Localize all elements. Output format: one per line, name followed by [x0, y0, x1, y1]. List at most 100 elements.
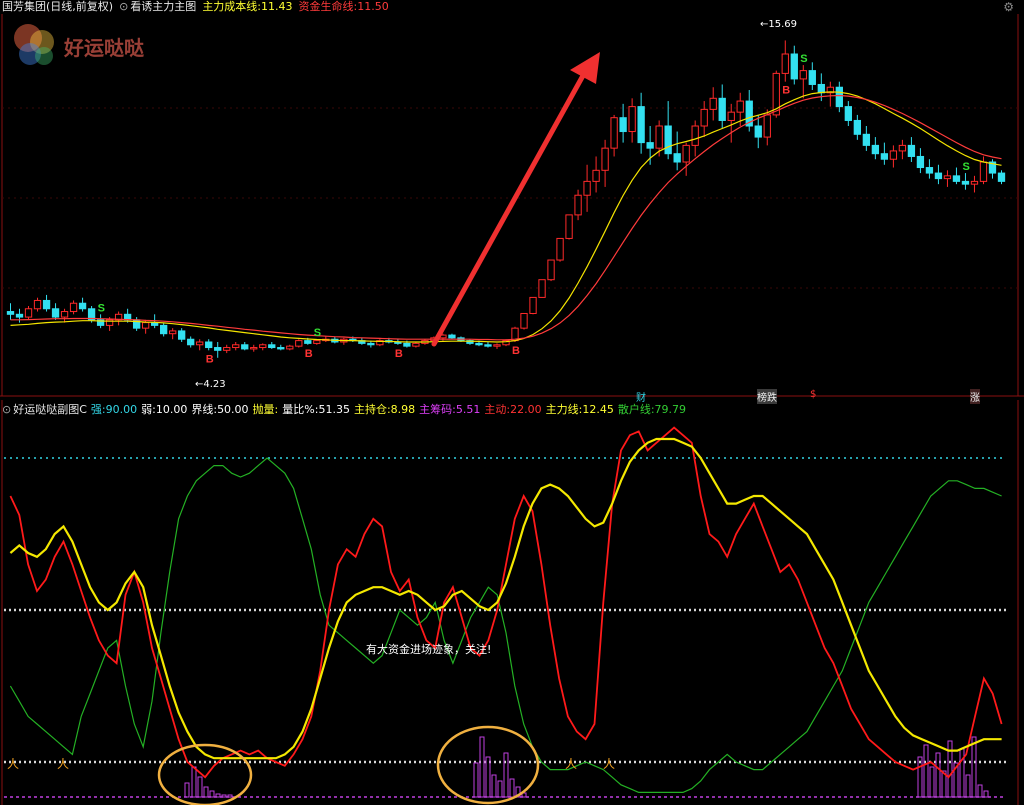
- candle-body: [538, 279, 546, 298]
- candle-body: [286, 345, 294, 350]
- period-label: (日线,前复权): [46, 0, 114, 13]
- candle-body: [673, 153, 681, 163]
- candle-body: [799, 70, 807, 80]
- buy-marker: B: [782, 85, 790, 97]
- candle-body: [313, 340, 321, 344]
- buy-marker: B: [512, 345, 520, 357]
- param-2: 界线:50.00: [191, 403, 248, 417]
- indicator-icon[interactable]: ⊙: [119, 0, 128, 14]
- signal-marker: 人: [57, 757, 69, 771]
- param-3: 抛量:: [253, 403, 279, 417]
- param-label: 强:: [90, 403, 106, 416]
- candle-body: [51, 308, 60, 318]
- candle-body: [259, 344, 267, 349]
- candle-body: [790, 53, 798, 80]
- candle-body: [619, 117, 627, 133]
- param-9: 散户线:79.79: [618, 403, 686, 417]
- candle-body: [520, 312, 528, 329]
- candle-body: [250, 347, 258, 350]
- candle-body: [898, 144, 907, 152]
- candle-body: [709, 97, 717, 110]
- param-label: 主力线:: [545, 403, 583, 416]
- candle-body: [781, 53, 789, 74]
- brand-bubbles-icon: [14, 24, 54, 65]
- candle-body: [60, 311, 69, 318]
- signal-marker: 人: [603, 757, 615, 771]
- candle-body: [700, 108, 708, 127]
- candle-body: [844, 106, 852, 121]
- life-line-label: 资金生命线:: [298, 0, 358, 13]
- candle-body: [664, 125, 672, 155]
- candle-body: [205, 341, 213, 349]
- life-line-value: 11.50: [357, 0, 389, 13]
- candle-body: [880, 153, 889, 160]
- candle-body: [232, 344, 240, 349]
- candle-body: [970, 180, 979, 185]
- candle-body: [682, 144, 690, 163]
- indicator-name: 看诱主力主图: [130, 0, 197, 13]
- candle-body: [214, 347, 222, 351]
- candle-body: [934, 172, 943, 180]
- buy-marker: B: [206, 353, 214, 365]
- candle-body: [78, 302, 87, 310]
- candle-body: [907, 144, 916, 157]
- candle-body: [916, 155, 925, 169]
- param-label: 弱:: [141, 403, 156, 416]
- candle-body: [763, 114, 771, 138]
- candle: [529, 296, 537, 315]
- high-price-value: 15.69: [768, 19, 798, 30]
- candle-body: [943, 175, 952, 180]
- candle-body: [718, 97, 726, 121]
- param-label: 主筹码:: [419, 403, 456, 416]
- candle-body: [178, 330, 186, 340]
- candle: [376, 339, 384, 347]
- param-5: 主持仓:8.98: [354, 403, 415, 417]
- candle: [556, 237, 564, 262]
- brand-text: 好运哒哒: [64, 36, 144, 60]
- tag-dollar: $: [810, 389, 817, 400]
- buy-marker: B: [305, 348, 313, 360]
- candle-body: [997, 172, 1006, 182]
- candle-body: [952, 175, 961, 182]
- candle-body: [574, 194, 582, 216]
- candle-body: [160, 324, 168, 335]
- tag-bangdie: 榜跌: [757, 389, 777, 404]
- candle-body: [277, 347, 285, 350]
- candle-body: [979, 161, 988, 182]
- candle-body: [33, 299, 42, 310]
- lower-indicator-icon[interactable]: ⊙: [2, 403, 11, 417]
- cost-line-value: 11.43: [261, 0, 293, 13]
- candle-body: [69, 302, 78, 313]
- candle-body: [295, 340, 303, 347]
- param-value: 51.35: [318, 403, 350, 416]
- candle-body: [583, 180, 591, 196]
- param-value: 22.00: [510, 403, 542, 416]
- candle-body: [475, 342, 483, 346]
- candle-body: [853, 119, 862, 135]
- sell-marker: S: [314, 327, 321, 339]
- candle-body: [925, 167, 934, 174]
- candle-body: [169, 330, 177, 335]
- lower-header: ⊙ 好运哒哒副图C 强:90.00 弱:10.00 界线:50.00 抛量: 量比%:5…: [2, 403, 686, 417]
- candle-body: [493, 344, 501, 347]
- sell-marker: S: [800, 53, 807, 65]
- candle-body: [268, 344, 276, 349]
- candle-body: [241, 344, 249, 350]
- sell-marker: S: [962, 161, 969, 173]
- sell-marker: S: [98, 302, 105, 314]
- candle-body: [862, 133, 871, 146]
- candle-body: [835, 86, 843, 108]
- candle-body: [646, 142, 654, 149]
- param-8: 主力线:12.45: [546, 403, 614, 417]
- candle-body: [141, 322, 150, 329]
- low-price-value: 4.23: [203, 379, 226, 390]
- gear-icon[interactable]: ⚙: [1003, 0, 1014, 14]
- candle-body: [691, 125, 699, 146]
- candle-body: [15, 313, 24, 318]
- param-4: 量比%:51.35: [282, 403, 350, 417]
- param-label: 散户线:: [617, 403, 655, 416]
- candle-body: [592, 169, 600, 182]
- candle-body: [565, 214, 573, 239]
- tag-zhang: 涨: [970, 389, 980, 404]
- candle-body: [547, 259, 555, 281]
